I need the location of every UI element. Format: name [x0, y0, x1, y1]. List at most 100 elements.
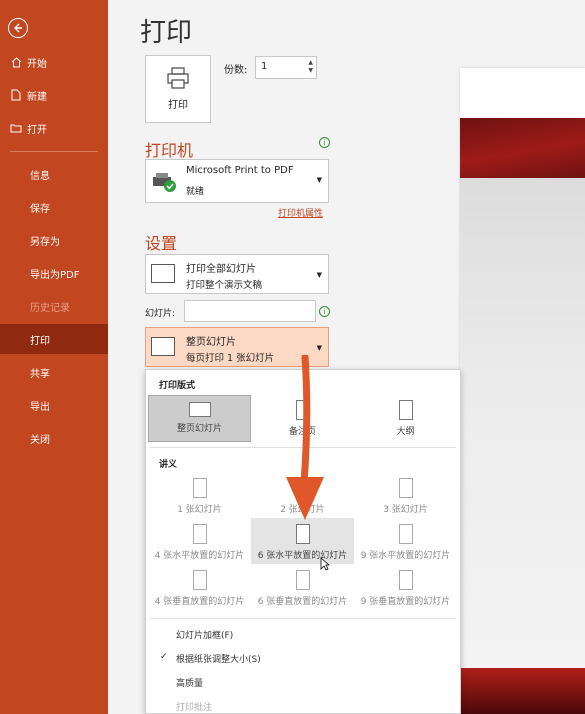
- handout-4v-icon: [192, 570, 207, 590]
- handout-option-label: 6 张垂直放置的幻灯片: [257, 597, 348, 607]
- handout-option-label: 1 张幻灯片: [177, 505, 222, 515]
- handout-option-label: 9 张水平放置的幻灯片: [360, 551, 451, 561]
- sidebar-item-save[interactable]: 保存: [0, 192, 108, 222]
- print-range-title: 打印全部幻灯片: [186, 264, 256, 275]
- menu-option-print-comments[interactable]: 打印批注: [176, 700, 212, 713]
- sidebar-item-label: 开始: [27, 58, 47, 70]
- sidebar-item-export-pdf[interactable]: 导出为PDF: [0, 258, 108, 288]
- print-button[interactable]: 打印: [145, 55, 211, 123]
- printer-heading: 打印机: [145, 141, 194, 160]
- print-range-select[interactable]: 打印全部幻灯片 打印整个演示文稿 ▼: [145, 254, 329, 294]
- sidebar-item-share[interactable]: 共享: [0, 357, 108, 387]
- sidebar-item-label: 历史记录: [30, 302, 70, 314]
- handout-6v-icon: [295, 570, 310, 590]
- handout-option-4-horizontal[interactable]: 4 张水平放置的幻灯片: [148, 524, 251, 561]
- printer-ready-icon: [152, 171, 178, 197]
- handout-option-label: 4 张垂直放置的幻灯片: [154, 597, 245, 607]
- menu-option-frame-slides[interactable]: 幻灯片加框(F): [176, 628, 233, 641]
- handout-option-9-horizontal[interactable]: 9 张水平放置的幻灯片: [354, 524, 457, 561]
- back-arrow-icon[interactable]: [8, 18, 28, 38]
- sidebar-item-label: 新建: [27, 91, 47, 103]
- sidebar-item-label: 导出为PDF: [30, 269, 80, 281]
- spin-arrows-icon[interactable]: ▲ ▼: [308, 59, 313, 75]
- sidebar-item-label: 打印: [30, 335, 50, 347]
- layout-option-outline[interactable]: 大纲: [354, 400, 457, 437]
- outline-icon: [398, 400, 413, 420]
- sidebar-item-label: 另存为: [30, 236, 60, 248]
- print-layout-title: 整页幻灯片: [186, 337, 236, 348]
- sidebar-item-label: 导出: [30, 401, 50, 413]
- slides-label: 幻灯片:: [145, 309, 176, 319]
- handout-option-9-vertical[interactable]: 9 张垂直放置的幻灯片: [354, 570, 457, 607]
- handout-3-icon: [398, 478, 413, 498]
- handout-9v-icon: [398, 570, 413, 590]
- copies-value: 1: [261, 61, 268, 72]
- handouts-section-header: 讲义: [159, 460, 178, 470]
- info-icon[interactable]: i: [319, 306, 330, 317]
- copies-label: 份数:: [224, 65, 248, 76]
- printer-name: Microsoft Print to PDF: [186, 165, 294, 176]
- chevron-down-icon: ▼: [316, 271, 322, 279]
- print-button-label: 打印: [168, 100, 188, 111]
- layout-option-label: 整页幻灯片: [176, 424, 222, 434]
- sidebar-item-print[interactable]: 打印: [0, 324, 108, 354]
- menu-option-high-quality[interactable]: 高质量: [176, 676, 203, 689]
- handout-1-icon: [192, 478, 207, 498]
- sidebar-item-save-as[interactable]: 另存为: [0, 225, 108, 255]
- home-icon: [10, 56, 22, 68]
- handout-9h-icon: [398, 524, 413, 544]
- handout-4h-icon: [192, 524, 207, 544]
- new-doc-icon: [10, 89, 22, 101]
- checkmark-icon: ✓: [160, 652, 168, 662]
- sidebar-divider: [10, 151, 98, 152]
- handout-option-1[interactable]: 1 张幻灯片: [148, 478, 251, 515]
- printer-properties-link[interactable]: 打印机属性: [278, 206, 323, 219]
- print-range-desc: 打印整个演示文稿: [186, 280, 263, 291]
- sidebar-item-home[interactable]: 开始: [0, 47, 108, 77]
- mouse-cursor-icon: [320, 557, 331, 574]
- chevron-down-icon: ▼: [316, 344, 322, 352]
- layout-section-header: 打印版式: [159, 381, 196, 391]
- full-slide-icon: [188, 402, 211, 417]
- sidebar-item-open[interactable]: 打开: [0, 113, 108, 143]
- handout-option-label: 3 张幻灯片: [383, 505, 428, 515]
- sidebar-item-history[interactable]: 历史记录: [0, 291, 108, 321]
- handout-option-label: 6 张水平放置的幻灯片: [257, 551, 348, 561]
- sidebar-item-label: 共享: [30, 368, 50, 380]
- section-divider: [150, 618, 456, 619]
- sidebar-item-info[interactable]: 信息: [0, 159, 108, 189]
- preview-slide-band: [460, 118, 585, 178]
- handout-option-label: 4 张水平放置的幻灯片: [154, 551, 245, 561]
- annotation-arrow-icon: [283, 353, 327, 529]
- full-slide-icon: [151, 337, 175, 356]
- sidebar-item-label: 关闭: [30, 434, 50, 446]
- slides-stack-icon: [151, 264, 175, 283]
- handout-option-6-vertical[interactable]: 6 张垂直放置的幻灯片: [251, 570, 354, 607]
- sidebar-item-close[interactable]: 关闭: [0, 423, 108, 453]
- printer-status: 就绪: [186, 187, 205, 197]
- copies-stepper[interactable]: 1 ▲ ▼: [255, 56, 317, 79]
- sidebar-item-new[interactable]: 新建: [0, 80, 108, 110]
- folder-icon: [10, 122, 22, 134]
- sidebar-item-label: 保存: [30, 203, 50, 215]
- page-title: 打印: [140, 18, 193, 48]
- printer-select[interactable]: Microsoft Print to PDF 就绪 ▼: [145, 159, 329, 203]
- handout-option-label: 9 张垂直放置的幻灯片: [360, 597, 451, 607]
- layout-option-label: 大纲: [396, 427, 415, 437]
- sidebar-item-label: 信息: [30, 170, 50, 182]
- preview-slide-footer: [460, 668, 585, 714]
- handout-option-4-vertical[interactable]: 4 张垂直放置的幻灯片: [148, 570, 251, 607]
- menu-option-scale-to-fit[interactable]: 根据纸张调整大小(S): [176, 652, 261, 665]
- layout-option-full-page[interactable]: 整页幻灯片: [148, 402, 251, 434]
- info-icon[interactable]: i: [319, 137, 330, 148]
- print-layout-desc: 每页打印 1 张幻灯片: [186, 353, 275, 364]
- handout-option-6-horizontal[interactable]: 6 张水平放置的幻灯片: [251, 524, 354, 561]
- preview-slide-body: [460, 178, 585, 698]
- print-preview: [460, 68, 585, 714]
- slides-input[interactable]: [184, 300, 316, 322]
- sidebar-item-export[interactable]: 导出: [0, 390, 108, 420]
- sidebar-item-label: 打开: [27, 124, 47, 136]
- backstage-sidebar: 开始 新建 打开 信息 保存 另存为 导出为PDF 历史记录 打印 共享 导出 …: [0, 0, 108, 714]
- chevron-down-icon: ▼: [316, 176, 322, 184]
- handout-option-3[interactable]: 3 张幻灯片: [354, 478, 457, 515]
